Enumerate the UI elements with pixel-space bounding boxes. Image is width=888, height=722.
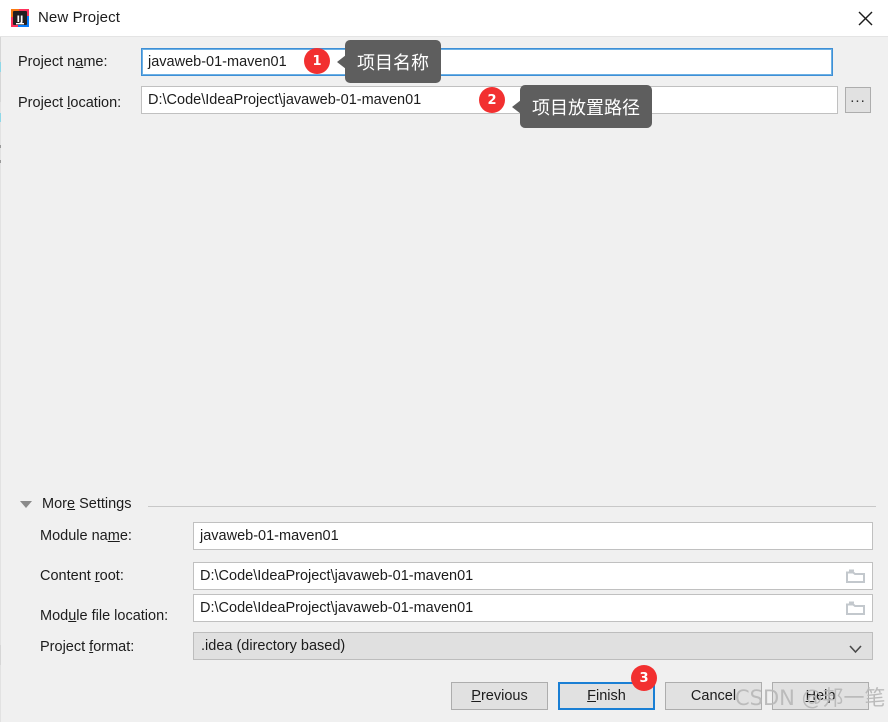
- content-root-label: Content root:: [40, 568, 124, 584]
- chevron-down-icon: [849, 642, 862, 658]
- project-location-label: Project location:: [18, 95, 122, 111]
- module-name-input[interactable]: javaweb-01-maven01: [193, 522, 873, 550]
- project-location-browse-button[interactable]: ...: [845, 87, 871, 113]
- module-name-value: javaweb-01-maven01: [200, 528, 339, 544]
- project-format-select[interactable]: .idea (directory based): [193, 632, 873, 660]
- more-settings-label: More Settings: [42, 496, 132, 512]
- annotation-tooltip-project-name: 项目名称: [337, 40, 441, 83]
- content-root-value: D:\Code\IdeaProject\javaweb-01-maven01: [200, 568, 474, 584]
- module-name-label: Module name:: [40, 528, 132, 544]
- project-name-input[interactable]: javaweb-01-maven01: [141, 48, 833, 76]
- more-settings-toggle[interactable]: More Settings: [20, 496, 131, 512]
- title-bar: IJ New Project: [0, 0, 888, 37]
- project-location-value: D:\Code\IdeaProject\javaweb-01-maven01: [148, 92, 422, 108]
- annotation-badge-3: 3: [631, 665, 657, 691]
- csdn-watermark: CSDN @邦一笔: [735, 686, 886, 710]
- intellij-idea-icon: IJ: [10, 8, 30, 28]
- module-file-location-value: D:\Code\IdeaProject\javaweb-01-maven01: [200, 600, 474, 616]
- folder-icon[interactable]: [846, 600, 866, 620]
- previous-button[interactable]: Previous: [451, 682, 548, 710]
- project-name-value: javaweb-01-maven01: [148, 54, 287, 70]
- ellipsis-icon: ...: [850, 89, 866, 106]
- project-format-label: Project format:: [40, 639, 135, 655]
- annotation-badge-2: 2: [479, 87, 505, 113]
- close-icon[interactable]: [842, 0, 888, 36]
- project-name-label: Project name:: [18, 54, 108, 70]
- module-file-location-label: Module file location:: [40, 608, 169, 624]
- annotation-badge-1: 1: [304, 48, 330, 74]
- content-root-input[interactable]: D:\Code\IdeaProject\javaweb-01-maven01: [193, 562, 873, 590]
- folder-icon[interactable]: [846, 568, 866, 588]
- annotation-tooltip-project-location: 项目放置路径: [512, 85, 652, 128]
- project-format-value: .idea (directory based): [201, 638, 346, 654]
- more-settings-separator: [148, 506, 876, 507]
- window-title: New Project: [38, 9, 120, 26]
- module-file-location-input[interactable]: D:\Code\IdeaProject\javaweb-01-maven01: [193, 594, 873, 622]
- chevron-down-icon: [20, 500, 32, 508]
